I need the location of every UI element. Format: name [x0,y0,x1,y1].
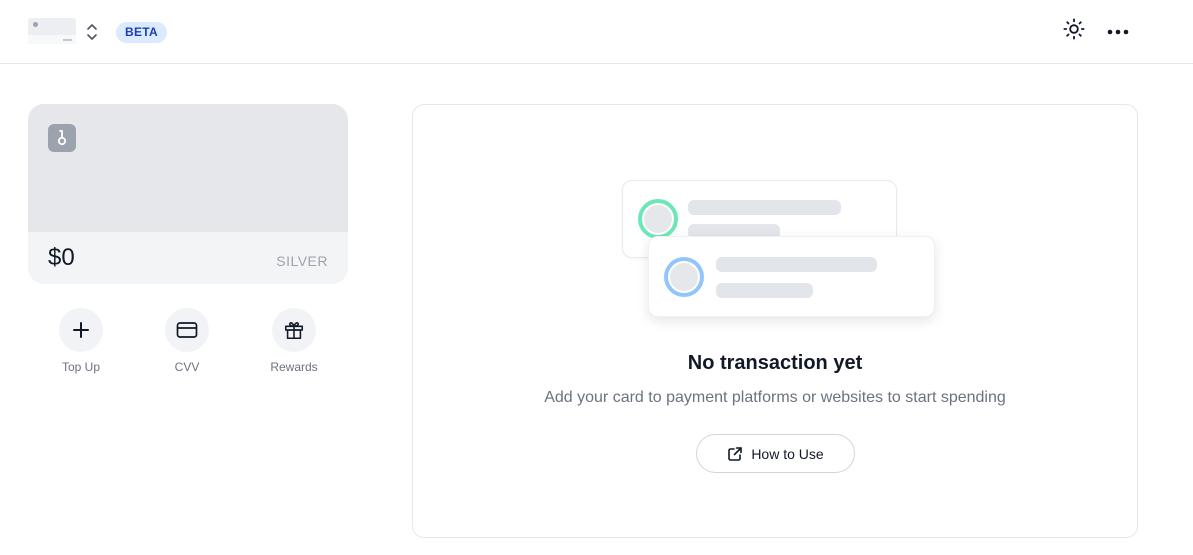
balance-amount: $0 [48,244,75,271]
rewards-label: Rewards [270,360,318,374]
theme-toggle-button[interactable] [1060,17,1088,45]
placeholder-line [688,200,841,215]
rewards-circle [272,308,316,352]
more-horizontal-icon [1107,22,1129,40]
card-thumbnail-mark [63,39,72,41]
tier-label: SILVER [276,253,328,269]
beta-badge: BETA [116,22,167,43]
cvv-label: CVV [174,360,200,374]
placeholder-line [716,257,877,272]
cvv-circle [165,308,209,352]
top-up-circle [59,308,103,352]
card-thumbnail[interactable] [28,18,76,44]
empty-state-subtitle: Add your card to payment platforms or we… [544,389,1006,406]
card-brand-icon [48,124,76,152]
credit-card-icon [176,322,198,338]
rewards-button[interactable]: Rewards [254,308,334,374]
card-thumbnail-dot [33,22,38,27]
how-to-use-label: How to Use [751,445,824,462]
empty-state-title: No transaction yet [687,352,863,374]
cvv-button[interactable]: CVV [147,308,227,374]
empty-illustration-card-front [648,236,935,317]
top-up-button[interactable]: Top Up [41,308,121,374]
transactions-panel: No transaction yet Add your card to paym… [412,104,1138,538]
sun-icon [1063,17,1085,45]
top-up-label: Top Up [61,360,101,374]
placeholder-line [716,283,813,298]
how-to-use-button[interactable]: How to Use [696,434,855,473]
external-link-icon [728,446,743,461]
chevron-up-down-icon[interactable] [85,22,99,42]
card-face [28,104,348,232]
placeholder-avatar-blue [664,257,704,297]
gift-icon [284,322,304,340]
top-header: BETA [0,0,1193,64]
balance-card[interactable]: $0 SILVER [28,104,348,284]
plus-icon [73,322,89,338]
more-options-button[interactable] [1104,17,1132,45]
placeholder-avatar-green [638,199,678,239]
